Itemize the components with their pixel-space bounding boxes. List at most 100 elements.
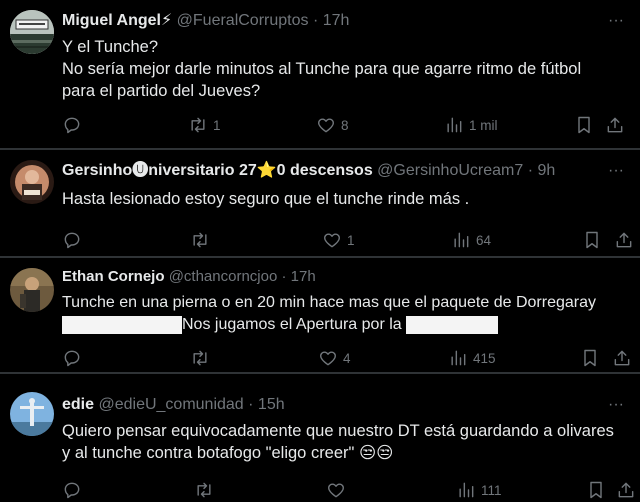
views-button[interactable]: 64 <box>451 228 491 252</box>
separator-dot: · <box>281 268 287 285</box>
tweet-header: edie @edieU_comunidad · 15h <box>62 394 285 416</box>
reply-button[interactable] <box>62 346 87 370</box>
retweet-icon <box>191 117 205 133</box>
timestamp[interactable]: 17h <box>323 12 350 29</box>
retweet-icon <box>193 232 207 248</box>
display-name[interactable]: Gersinho🅤niversitario 27⭐0 descensos <box>62 162 373 179</box>
views-icon <box>459 482 474 498</box>
share-button[interactable] <box>605 113 625 137</box>
share-button[interactable] <box>616 478 636 502</box>
like-count: 4 <box>343 350 351 366</box>
user-handle[interactable]: @edieU_comunidad <box>98 396 243 413</box>
tweet-text-fragment: Nos jugamos el Apertura por la <box>182 316 402 333</box>
view-count: 415 <box>473 350 496 366</box>
tweet-3[interactable]: Ethan Cornejo @cthancorncjoo · 17h Tunch… <box>0 258 640 372</box>
retweet-count: 1 <box>213 117 221 133</box>
tweet-text: Hasta lesionado estoy seguro que el tunc… <box>62 188 637 210</box>
tweet-actions: 4 415 <box>54 346 640 370</box>
tweet-header: Gersinho🅤niversitario 27⭐0 descensos @Ge… <box>62 160 555 182</box>
timestamp[interactable]: 17h <box>291 268 316 285</box>
redacted-block <box>62 315 182 334</box>
tweet-text: Y el Tunche? No sería mejor darle minuto… <box>62 36 637 102</box>
heart-icon <box>328 483 344 498</box>
retweet-button[interactable] <box>190 346 215 370</box>
share-icon <box>614 350 630 366</box>
like-button[interactable]: 8 <box>316 113 349 137</box>
tweet-actions: 1 64 <box>54 228 640 252</box>
share-icon <box>607 117 623 133</box>
bookmark-button[interactable] <box>580 346 600 370</box>
timestamp[interactable]: 15h <box>258 396 285 413</box>
tweet-text-line: Hasta lesionado estoy seguro que el tunc… <box>62 190 470 208</box>
tweet-1[interactable]: Miguel Angel⚡ @FueralCorruptos · 17h ···… <box>0 0 640 148</box>
like-count: 1 <box>347 232 355 248</box>
retweet-button[interactable] <box>190 228 215 252</box>
like-button[interactable]: 1 <box>322 228 355 252</box>
heart-icon <box>318 118 334 133</box>
timestamp[interactable]: 9h <box>537 162 555 179</box>
bookmark-button[interactable] <box>574 113 594 137</box>
tweet-text-line: Tunche en una pierna o en 20 min hace ma… <box>62 294 596 311</box>
avatar[interactable] <box>10 392 54 436</box>
reply-button[interactable] <box>62 113 87 137</box>
like-button[interactable] <box>326 478 351 502</box>
user-handle[interactable]: @FueralCorruptos <box>177 12 309 29</box>
display-name[interactable]: edie <box>62 396 94 413</box>
tweet-2[interactable]: Gersinho🅤niversitario 27⭐0 descensos @Ge… <box>0 150 640 256</box>
more-options-icon[interactable]: ··· <box>606 11 626 31</box>
tweet-actions: 1 8 1 mil <box>54 113 640 137</box>
avatar-image <box>10 10 54 54</box>
view-count: 64 <box>476 232 492 248</box>
view-count: 1 mil <box>469 117 498 133</box>
user-handle[interactable]: @GersinhoUcream7 <box>377 162 523 179</box>
reply-button[interactable] <box>62 478 87 502</box>
share-icon <box>618 482 634 498</box>
tweet-text: Quiero pensar equivocadamente que nuestr… <box>62 420 637 464</box>
tweet-4[interactable]: edie @edieU_comunidad · 15h ··· Quiero p… <box>0 374 640 499</box>
reply-icon <box>64 482 80 499</box>
avatar[interactable] <box>10 268 54 312</box>
view-count: 111 <box>481 482 502 498</box>
separator-dot: · <box>527 162 534 179</box>
reply-icon <box>64 117 80 134</box>
bookmark-icon <box>584 349 596 367</box>
tweet-text-line: Nos jugamos el Apertura por la <box>62 314 637 336</box>
display-name[interactable]: Ethan Cornejo <box>62 268 165 285</box>
views-button[interactable]: 415 <box>448 346 496 370</box>
reply-button[interactable] <box>62 228 87 252</box>
more-options-icon[interactable]: ··· <box>606 161 626 181</box>
user-handle[interactable]: @cthancorncjoo <box>169 268 278 285</box>
views-button[interactable]: 111 <box>456 478 502 502</box>
views-icon <box>447 117 462 133</box>
avatar[interactable] <box>10 10 54 54</box>
heart-icon <box>324 233 340 248</box>
display-name[interactable]: Miguel Angel⚡ <box>62 12 172 29</box>
retweet-icon <box>197 482 211 498</box>
share-button[interactable] <box>612 346 632 370</box>
views-icon <box>454 232 469 248</box>
bookmark-icon <box>586 231 598 249</box>
tweet-header: Miguel Angel⚡ @FueralCorruptos · 17h <box>62 10 349 32</box>
more-options-icon[interactable]: ··· <box>606 395 626 415</box>
tweet-text-line: para el partido del Jueves? <box>62 82 261 100</box>
share-button[interactable] <box>614 228 634 252</box>
reply-icon <box>64 350 80 367</box>
avatar-image <box>10 268 54 312</box>
redacted-block <box>406 315 499 334</box>
retweet-button[interactable] <box>194 478 219 502</box>
tweet-text-line: Y el Tunche? <box>62 38 159 56</box>
bookmark-button[interactable] <box>582 228 602 252</box>
views-button[interactable]: 1 mil <box>444 113 498 137</box>
avatar-image <box>10 160 54 204</box>
like-count: 8 <box>341 117 349 133</box>
bookmark-icon <box>590 481 602 499</box>
bookmark-button[interactable] <box>586 478 606 502</box>
avatar[interactable] <box>10 160 54 204</box>
share-icon <box>616 232 632 248</box>
bookmark-icon <box>578 116 590 134</box>
tweet-text: Tunche en una pierna o en 20 min hace ma… <box>62 292 637 336</box>
retweet-button[interactable]: 1 <box>188 113 221 137</box>
tweet-actions: 111 <box>54 478 640 502</box>
tweet-header: Ethan Cornejo @cthancorncjoo · 17h <box>62 266 316 288</box>
like-button[interactable]: 4 <box>318 346 351 370</box>
